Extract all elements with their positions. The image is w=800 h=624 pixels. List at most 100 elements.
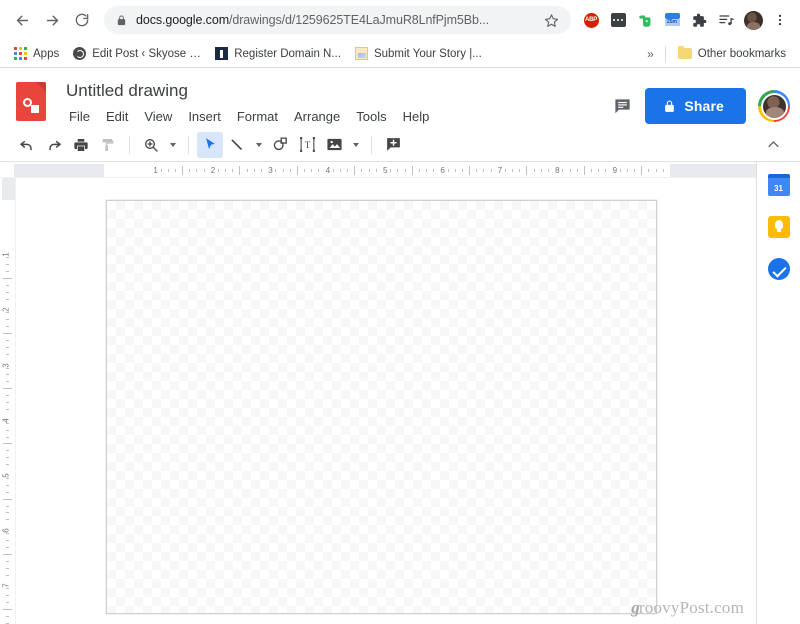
zoom-button[interactable] — [138, 132, 164, 158]
menu-view[interactable]: View — [137, 106, 179, 127]
ruler-tick — [6, 312, 9, 314]
ruler-tick — [490, 169, 492, 172]
back-button[interactable] — [8, 6, 36, 34]
share-button[interactable]: Share — [645, 88, 746, 124]
horizontal-ruler[interactable]: 1 2 3 4 5 6 7 8 9 — [0, 162, 756, 178]
ruler-tick — [6, 546, 9, 548]
account-avatar[interactable] — [758, 90, 790, 122]
comment-icon[interactable] — [611, 95, 633, 117]
ruler-tick — [203, 169, 205, 172]
ruler-tick — [6, 560, 9, 562]
ruler-tick — [6, 491, 9, 493]
globe-icon — [73, 47, 87, 60]
image-dropdown-arrow-icon[interactable] — [348, 132, 363, 158]
document-title[interactable]: Untitled drawing — [62, 76, 611, 103]
profile-avatar[interactable] — [741, 8, 765, 32]
ruler-tick — [626, 169, 628, 172]
ruler-tick — [6, 505, 9, 507]
ruler-number-h: 2 — [210, 166, 216, 175]
ruler-tick — [160, 169, 162, 172]
extensions-area: ABP 25m — [579, 8, 792, 32]
google-tasks-icon[interactable] — [767, 258, 790, 280]
google-calendar-icon[interactable]: 31 — [767, 174, 790, 196]
ruler-tick — [368, 169, 370, 172]
bookmarks-overflow-button[interactable]: » — [642, 47, 659, 61]
drawing-canvas[interactable] — [106, 200, 657, 614]
ruler-tick — [6, 533, 9, 535]
forward-button[interactable] — [38, 6, 66, 34]
app-body: 123456789 1234567 g roovyPost.com 31 — [0, 162, 800, 624]
ruler-tick — [304, 169, 306, 172]
bookmark-label: Register Domain N... — [234, 47, 341, 60]
menu-format[interactable]: Format — [230, 106, 285, 127]
ruler-tick — [3, 333, 12, 334]
paint-format-button[interactable] — [95, 132, 121, 158]
comment-add-button[interactable] — [380, 132, 406, 158]
zoom-dropdown-arrow-icon[interactable] — [165, 132, 180, 158]
menu-tools[interactable]: Tools — [349, 106, 393, 127]
google-drawings-app: Untitled drawing File Edit View Insert F… — [0, 68, 800, 624]
text-box-button[interactable]: T — [294, 132, 320, 158]
ruler-tick — [605, 169, 607, 172]
page-icon — [354, 47, 368, 60]
evernote-extension[interactable] — [633, 8, 657, 32]
canvas-scroll-area[interactable]: g roovyPost.com — [16, 178, 756, 624]
ruler-tick — [246, 169, 248, 172]
adblock-plus-extension[interactable]: ABP — [579, 8, 603, 32]
ruler-tick — [598, 169, 600, 172]
ruler-tick — [6, 284, 9, 286]
ruler-tick — [562, 169, 564, 172]
menu-edit[interactable]: Edit — [99, 106, 135, 127]
address-bar[interactable]: docs.google.com/drawings/d/1259625TE4LaJ… — [104, 6, 571, 34]
menu-insert[interactable]: Insert — [181, 106, 228, 127]
ruler-tick — [655, 169, 657, 172]
ruler-margin-right — [670, 164, 756, 177]
menu-arrange[interactable]: Arrange — [287, 106, 347, 127]
watermark-text: roovyPost.com — [638, 598, 744, 617]
ruler-tick — [6, 270, 9, 272]
share-label: Share — [684, 98, 724, 114]
image-button[interactable] — [321, 132, 347, 158]
star-icon[interactable] — [536, 13, 559, 28]
media-playlist-icon[interactable] — [714, 8, 738, 32]
ruler-tick — [648, 169, 650, 172]
ruler-tick — [397, 169, 399, 172]
shape-tool-button[interactable] — [267, 132, 293, 158]
redo-button[interactable] — [41, 132, 67, 158]
bookmark-register-domain[interactable]: Register Domain N... — [209, 44, 347, 63]
google-keep-icon[interactable] — [767, 216, 790, 238]
ruler-tick — [6, 291, 9, 293]
ruler-number-h: 9 — [612, 166, 618, 175]
ruler-tick — [167, 169, 169, 172]
side-panel: 31 — [756, 162, 800, 624]
extensions-puzzle-icon[interactable] — [687, 8, 711, 32]
menu-help[interactable]: Help — [396, 106, 437, 127]
bookmark-submit-story[interactable]: Submit Your Story |... — [349, 44, 488, 63]
ruler-tick — [476, 169, 478, 172]
ruler-tick — [6, 484, 9, 486]
menu-file[interactable]: File — [62, 106, 97, 127]
blue-extension[interactable]: 25m — [660, 8, 684, 32]
bookmark-apps[interactable]: Apps — [8, 44, 65, 63]
vertical-ruler[interactable]: 1234567 — [0, 178, 16, 624]
bookmark-edit-post[interactable]: Edit Post ‹ Skyose -... — [67, 44, 207, 63]
select-tool-button[interactable] — [197, 131, 223, 158]
ruler-tick — [6, 512, 9, 514]
ruler-tick — [239, 166, 241, 175]
print-button[interactable] — [68, 132, 94, 158]
line-tool-button[interactable] — [224, 132, 250, 158]
ruler-number-h: 4 — [325, 166, 331, 175]
ruler-tick — [6, 602, 9, 604]
undo-button[interactable] — [14, 132, 40, 158]
line-dropdown-arrow-icon[interactable] — [251, 132, 266, 158]
ruler-tick — [6, 298, 9, 300]
dots-extension[interactable] — [606, 8, 630, 32]
ruler-number-h: 7 — [497, 166, 503, 175]
collapse-toolbar-button[interactable] — [760, 132, 786, 158]
ruler-tick — [6, 615, 9, 617]
ruler-tick — [6, 540, 9, 541]
three-dot-menu-icon[interactable] — [768, 8, 792, 32]
reload-button[interactable] — [68, 6, 96, 34]
other-bookmarks-button[interactable]: Other bookmarks — [672, 45, 792, 63]
ruler-number-h: 1 — [153, 166, 158, 175]
